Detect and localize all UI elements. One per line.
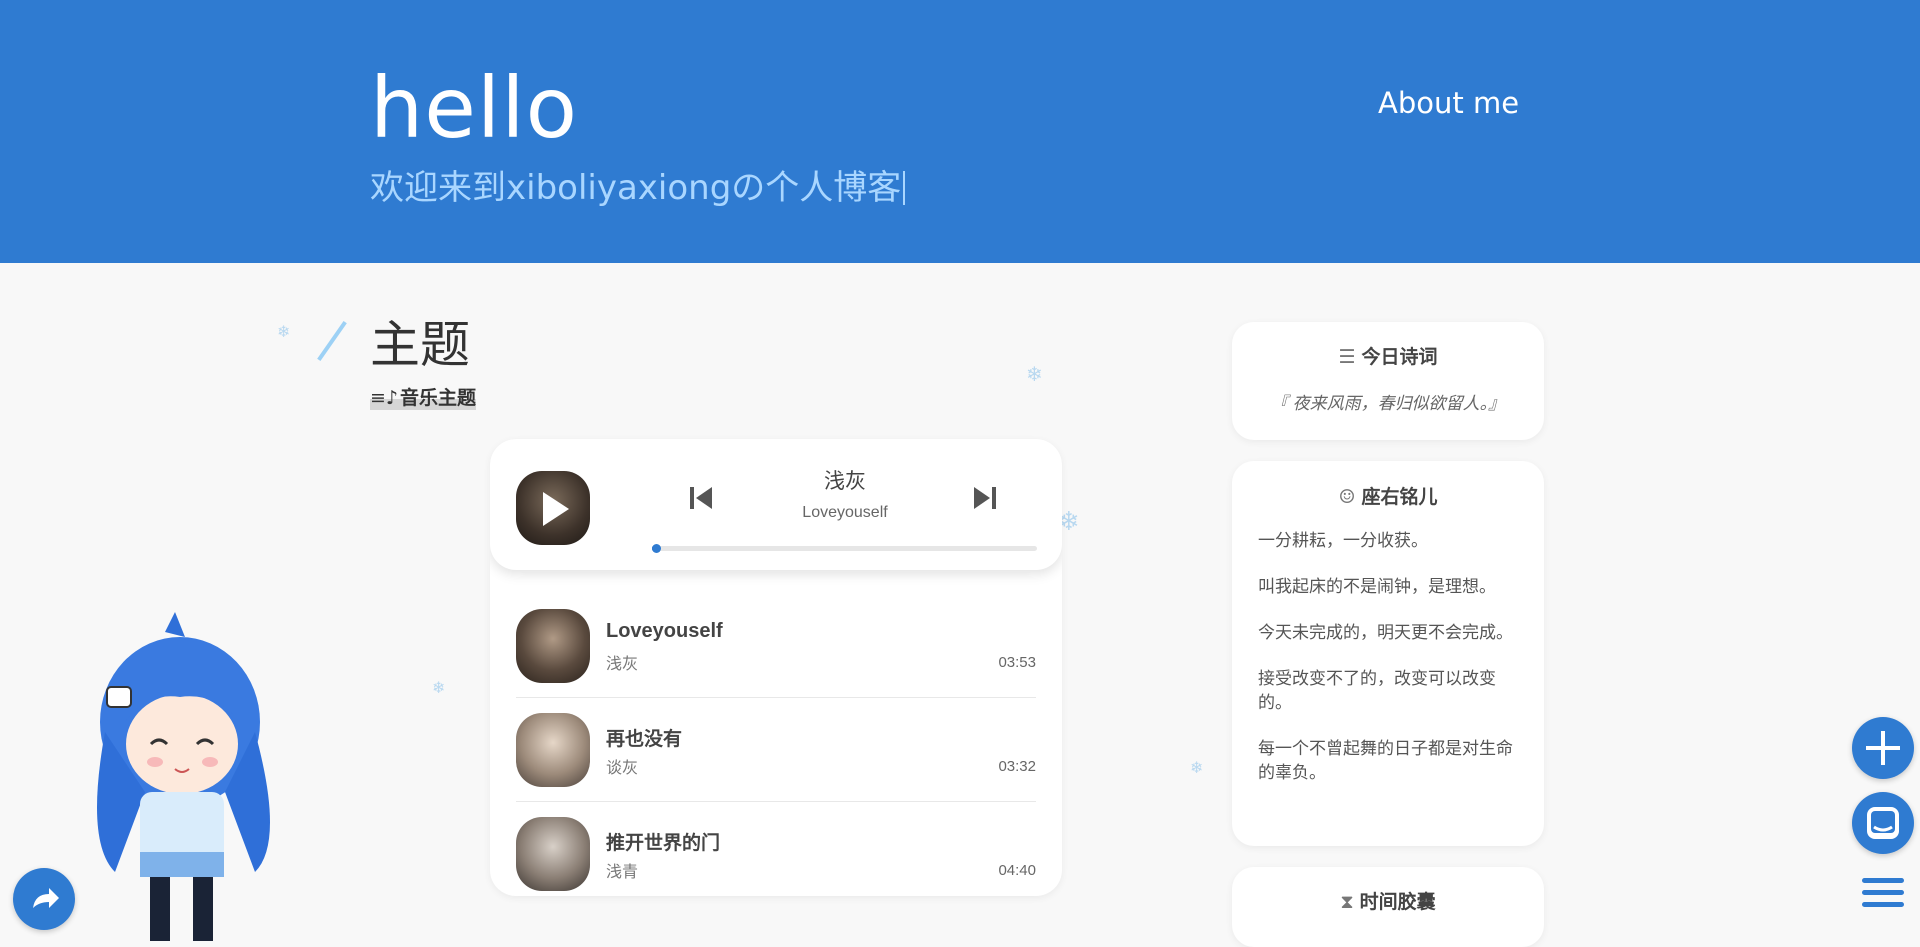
daily-poem-text: 『 夜来风雨，春归似欲留人。』 [1270,394,1506,413]
track-row[interactable]: 再也没有 谈灰 03:32 [516,698,1036,802]
snowflake-icon: ❄ [277,324,291,341]
track-cover [516,609,590,683]
mascot-character[interactable] [85,612,295,941]
track-duration: 03:53 [998,654,1036,671]
track-artist: 浅青 [606,864,639,881]
music-list-icon: ≡♪ [370,387,399,409]
track-title: 推开世界的门 [606,832,721,854]
music-player: 浅灰 Loveyouself Loveyouself 浅灰 03:53 再也没有… [490,439,1062,896]
track-row[interactable]: Loveyouself 浅灰 03:53 [516,594,1036,698]
typing-caret [903,171,906,205]
track-artist: 谈灰 [606,760,639,777]
time-capsule-card-header: ⧗ 时间胶囊 [1232,887,1544,914]
track-row[interactable]: 推开世界的门 浅青 04:40 [516,802,1036,896]
hourglass-icon: ⧗ [1340,891,1354,913]
track-duration: 04:40 [998,862,1036,879]
time-capsule-card: ⧗ 时间胶囊 [1232,867,1544,947]
motto-item: 每一个不曾起舞的日子都是对生命的辜负。 [1258,739,1513,782]
track-title: 再也没有 [606,728,683,750]
snowflake-icon: ❄ [1026,364,1043,386]
track-title: Loveyouself [606,620,723,642]
site-subtitle-text: 欢迎来到xiboliyaxiongの个人博客 [370,168,902,208]
share-icon [33,888,59,908]
time-capsule-card-title: 时间胶囊 [1359,891,1436,913]
next-track-icon[interactable] [970,483,1000,513]
poem-card: ☰ 今日诗词 『 夜来风雨，春归似欲留人。』 [1232,322,1544,440]
motto-card-header: ☺ 座右铭儿 [1232,482,1544,509]
section-subtitle: ≡♪ 音乐主题 [370,383,477,410]
menu-line [1862,902,1904,907]
section-title: 主题 [370,316,470,374]
smile-icon: ☺ [1338,486,1356,508]
progress-bar[interactable] [651,544,1037,553]
now-playing-artist: Loveyouself [802,504,888,521]
motto-item: 接受改变不了的，改变可以改变的。 [1258,669,1496,712]
now-playing-title: 浅灰 [824,469,866,493]
play-icon[interactable] [543,492,569,526]
add-button[interactable] [1852,717,1914,779]
motto-card: ☺ 座右铭儿 一分耕耘，一分收获。 叫我起床的不是闹钟，是理想。 今天未完成的，明… [1232,461,1544,846]
site-brand[interactable]: hello [370,58,578,158]
poem-card-title: 今日诗词 [1361,346,1438,368]
snowflake-icon: ❄ [432,680,446,697]
previous-track-icon[interactable] [686,483,716,513]
player-controls: 浅灰 Loveyouself [490,439,1062,570]
motto-item: 一分耕耘，一分收获。 [1258,531,1428,550]
track-list: Loveyouself 浅灰 03:53 再也没有 谈灰 03:32 推开世界的… [516,594,1036,896]
motto-list: 一分耕耘，一分收获。 叫我起床的不是闹钟，是理想。 今天未完成的，明天更不会完成… [1232,529,1544,785]
menu-line [1862,878,1904,883]
track-artist: 浅灰 [606,656,639,673]
list-icon: ☰ [1338,346,1356,368]
track-cover [516,713,590,787]
site-subtitle: 欢迎来到xiboliyaxiongの个人博客 [370,166,906,210]
site-header: hello 欢迎来到xiboliyaxiongの个人博客 About me [0,0,1920,263]
menu-line [1862,890,1904,895]
chat-button[interactable] [1852,792,1914,854]
motto-item: 今天未完成的，明天更不会完成。 [1258,623,1513,642]
snowflake-icon: ❄ [1190,760,1204,777]
poem-card-header: ☰ 今日诗词 [1232,342,1544,369]
motto-card-title: 座右铭儿 [1361,486,1438,508]
share-button[interactable] [13,868,75,930]
plus-icon [1866,731,1900,765]
section-slash-decoration [317,321,347,361]
track-duration: 03:32 [998,758,1036,775]
menu-icon[interactable] [1862,878,1904,914]
progress-handle[interactable] [651,544,661,553]
track-cover [516,817,590,891]
chat-icon [1867,807,1899,839]
nav-about-link[interactable]: About me [1378,86,1519,120]
section-subtitle-text: 音乐主题 [400,387,477,409]
motto-item: 叫我起床的不是闹钟，是理想。 [1258,577,1496,596]
